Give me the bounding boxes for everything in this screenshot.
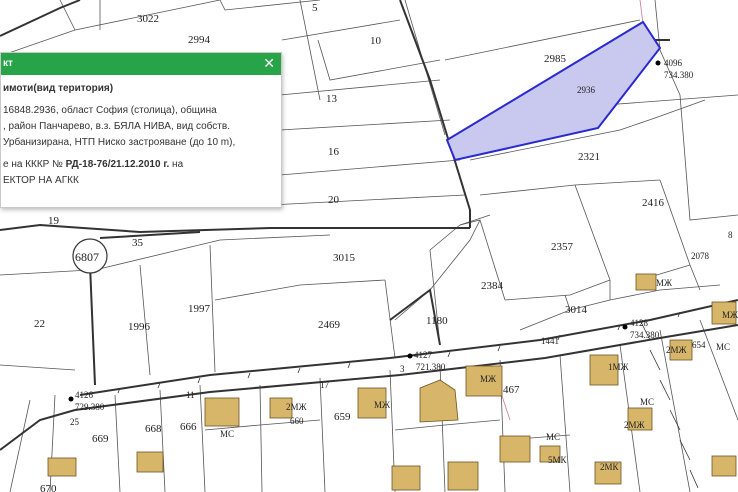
svg-text:1996: 1996 xyxy=(128,321,151,333)
reg-number: РД-18-76/21.12.2010 г. xyxy=(65,159,170,170)
popup-header: кт ✕ xyxy=(1,53,281,75)
popup-line-2: , район Панчарево, в.з. БЯЛА НИВА, вид с… xyxy=(3,121,230,132)
svg-text:669: 669 xyxy=(92,433,109,445)
parcel-info-popup: кт ✕ имоти(вид територия) 16848.2936, об… xyxy=(0,52,282,208)
svg-text:734.380: 734.380 xyxy=(664,70,694,80)
svg-text:2МК: 2МК xyxy=(600,462,620,472)
popup-line-1: 16848.2936, област София (столица), общи… xyxy=(3,105,217,116)
svg-text:35: 35 xyxy=(132,237,144,249)
svg-text:МЖ: МЖ xyxy=(722,310,738,320)
svg-text:16: 16 xyxy=(328,146,340,158)
svg-text:2321: 2321 xyxy=(578,151,600,163)
svg-text:721.380: 721.380 xyxy=(416,362,446,372)
svg-text:2МЖ: 2МЖ xyxy=(286,402,308,412)
svg-text:1441: 1441 xyxy=(541,336,559,346)
svg-text:1180: 1180 xyxy=(426,315,448,327)
svg-text:2994: 2994 xyxy=(188,34,211,46)
svg-text:МЖ: МЖ xyxy=(480,374,497,384)
svg-text:2357: 2357 xyxy=(551,241,574,253)
svg-text:13: 13 xyxy=(326,93,338,105)
svg-text:25: 25 xyxy=(70,417,80,427)
svg-text:19: 19 xyxy=(48,215,60,227)
svg-text:4096: 4096 xyxy=(664,58,683,68)
svg-text:2384: 2384 xyxy=(481,280,504,292)
svg-text:3014: 3014 xyxy=(565,304,588,316)
svg-text:467: 467 xyxy=(503,384,520,396)
svg-text:22: 22 xyxy=(34,318,45,330)
svg-text:МЖ: МЖ xyxy=(656,278,673,288)
svg-text:2МЖ: 2МЖ xyxy=(666,345,688,355)
svg-text:2936: 2936 xyxy=(577,85,596,95)
svg-text:659: 659 xyxy=(334,411,351,423)
svg-text:МС: МС xyxy=(220,429,234,439)
svg-text:МС: МС xyxy=(716,342,730,352)
popup-heading: имоти(вид територия) xyxy=(3,83,114,94)
svg-text:4127: 4127 xyxy=(414,350,433,360)
selected-parcel-2936[interactable] xyxy=(445,20,662,162)
svg-text:4126: 4126 xyxy=(75,390,94,400)
sheet-label: 6807 xyxy=(75,250,99,264)
svg-text:2078: 2078 xyxy=(691,251,710,261)
svg-text:20: 20 xyxy=(328,194,340,206)
popup-title: кт xyxy=(3,58,13,69)
svg-text:4128: 4128 xyxy=(630,318,649,328)
svg-text:8: 8 xyxy=(728,230,733,240)
svg-text:2416: 2416 xyxy=(642,197,665,209)
building-footprints xyxy=(47,273,737,491)
popup-line-3: Урбанизирана, НТП Ниско застрояване (до … xyxy=(3,137,236,148)
popup-body: имоти(вид територия) 16848.2936, област … xyxy=(1,75,281,189)
reg-prefix: е на КККР № xyxy=(3,159,63,170)
svg-text:МС: МС xyxy=(640,397,654,407)
svg-text:668: 668 xyxy=(145,423,162,435)
popup-registration: е на КККР № РД-18-76/21.12.2010 г. на xyxy=(3,157,277,173)
svg-text:17: 17 xyxy=(320,380,330,390)
reg-suffix: на xyxy=(172,159,184,170)
svg-text:5: 5 xyxy=(312,2,318,14)
svg-text:10: 10 xyxy=(370,35,382,47)
svg-text:1997: 1997 xyxy=(188,303,211,315)
svg-text:5МК: 5МК xyxy=(548,455,568,465)
svg-text:2985: 2985 xyxy=(544,53,567,65)
svg-text:729.380: 729.380 xyxy=(75,402,105,412)
svg-text:2469: 2469 xyxy=(318,319,341,331)
svg-text:2МЖ: 2МЖ xyxy=(624,420,646,430)
svg-text:666: 666 xyxy=(180,421,197,433)
svg-text:МС: МС xyxy=(546,432,560,442)
svg-text:660: 660 xyxy=(290,416,304,426)
close-icon[interactable]: ✕ xyxy=(263,55,275,72)
svg-text:3022: 3022 xyxy=(137,13,159,25)
svg-text:1МЖ: 1МЖ xyxy=(608,362,630,372)
svg-text:11: 11 xyxy=(186,390,195,400)
svg-text:МЖ: МЖ xyxy=(374,400,391,410)
svg-text:3015: 3015 xyxy=(333,252,356,264)
svg-text:654: 654 xyxy=(692,340,706,350)
svg-text:3: 3 xyxy=(400,364,405,374)
svg-text:734.380: 734.380 xyxy=(630,330,660,340)
popup-line-5: ЕКТОР НА АГКК xyxy=(3,175,79,186)
svg-text:670: 670 xyxy=(40,483,57,492)
